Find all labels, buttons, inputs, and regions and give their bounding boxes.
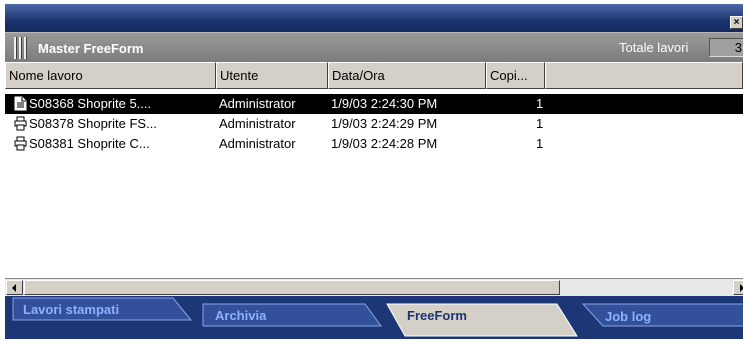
table-row[interactable]: S08368 Shoprite 5.... Administrator 1/9/…: [5, 94, 743, 114]
table-row[interactable]: S08378 Shoprite FS... Administrator 1/9/…: [5, 114, 743, 134]
column-header-job-name[interactable]: Nome lavoro: [5, 62, 216, 89]
table-row[interactable]: S08381 Shoprite C... Administrator 1/9/0…: [5, 134, 743, 154]
tab-lavori-stampati[interactable]: Lavori stampati: [23, 302, 119, 317]
horizontal-scrollbar[interactable]: [5, 278, 743, 296]
scrollbar-thumb[interactable]: [24, 280, 560, 295]
title-bar: ×: [5, 4, 743, 32]
column-header-copies[interactable]: Copi...: [486, 62, 545, 89]
total-jobs-value: 3: [709, 38, 743, 57]
freeform-window: × Master FreeForm Totale lavori 3 Nome l…: [5, 4, 743, 339]
tab-freeform[interactable]: FreeForm: [407, 308, 467, 323]
job-datetime: 1/9/03 2:24:28 PM: [331, 136, 438, 151]
scroll-right-arrow-icon[interactable]: [733, 280, 743, 295]
printer-icon: [14, 136, 27, 151]
column-header-filler: [545, 62, 743, 89]
job-user: Administrator: [219, 96, 296, 111]
job-copies: 1: [536, 116, 544, 131]
column-header-user[interactable]: Utente: [216, 62, 328, 89]
tab-archivia[interactable]: Archivia: [215, 308, 266, 323]
tab-bar: Lavori stampati Archivia FreeForm Job lo…: [5, 296, 743, 339]
document-icon: [14, 96, 27, 111]
job-datetime: 1/9/03 2:24:29 PM: [331, 116, 438, 131]
job-list: S08368 Shoprite 5.... Administrator 1/9/…: [5, 89, 743, 278]
column-header-datetime[interactable]: Data/Ora: [328, 62, 486, 89]
job-copies: 1: [536, 96, 544, 111]
job-name: S08381 Shoprite C...: [29, 136, 150, 151]
job-datetime: 1/9/03 2:24:30 PM: [331, 96, 438, 111]
job-name: S08378 Shoprite FS...: [29, 116, 157, 131]
close-button[interactable]: ×: [730, 16, 743, 29]
job-name: S08368 Shoprite 5....: [29, 96, 152, 111]
scroll-left-arrow-icon[interactable]: [6, 280, 23, 295]
grip-handle-icon[interactable]: [14, 37, 28, 59]
job-user: Administrator: [219, 136, 296, 151]
panel-header: Master FreeForm Totale lavori 3: [5, 32, 743, 62]
panel-title: Master FreeForm: [38, 41, 144, 56]
tab-job-log[interactable]: Job log: [605, 309, 651, 324]
job-user: Administrator: [219, 116, 296, 131]
printer-icon: [14, 116, 27, 131]
column-header-row: Nome lavoro Utente Data/Ora Copi...: [5, 62, 743, 89]
job-copies: 1: [536, 136, 544, 151]
total-jobs-label: Totale lavori: [619, 40, 689, 55]
